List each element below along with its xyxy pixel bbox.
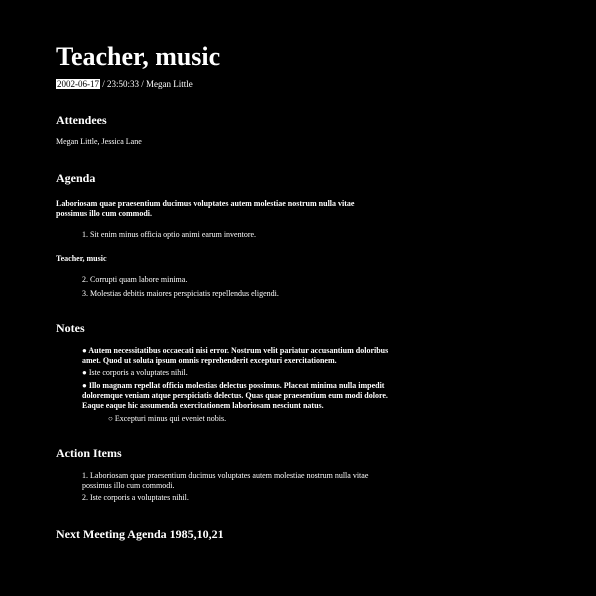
notes-subitem: ○ Excepturi minus qui eveniet nobis. (108, 414, 227, 423)
notes-item: ● Illo magnam repellat officia molestias… (82, 381, 388, 410)
agenda-item: 2. Corrupti quam labore minima. (82, 275, 188, 284)
action-item: 2. Iste corporis a voluptates nihil. (82, 493, 189, 502)
meeting-time-author: / 23:50:33 / Megan Little (100, 79, 193, 89)
agenda-item: 1. Sit enim minus officia optio animi ea… (82, 230, 257, 239)
action-items-heading: Action Items (56, 446, 122, 460)
agenda-intro: Laboriosam quae praesentium ducimus volu… (56, 199, 355, 218)
agenda-item: 3. Molestias debitis maiores perspiciati… (82, 289, 279, 298)
action-item: 1. Laboriosam quae praesentium ducimus v… (82, 471, 369, 490)
notes-item: ● Autem necessitatibus occaecati nisi er… (82, 346, 389, 365)
notes-item: ● Iste corporis a voluptates nihil. (82, 368, 188, 377)
attendees-list: Megan Little, Jessica Lane (56, 137, 142, 146)
attendees-heading: Attendees (56, 113, 107, 127)
next-meeting-heading: Next Meeting Agenda 1985,10,21 (56, 527, 224, 541)
agenda-heading: Agenda (56, 171, 96, 185)
notes-heading: Notes (56, 321, 85, 335)
page-title: Teacher, music (56, 42, 221, 71)
meeting-meta: 2002-06-17 / 23:50:33 / Megan Little (56, 79, 193, 90)
meeting-date: 2002-06-17 (56, 79, 100, 89)
agenda-subheading: Teacher, music (56, 254, 107, 263)
